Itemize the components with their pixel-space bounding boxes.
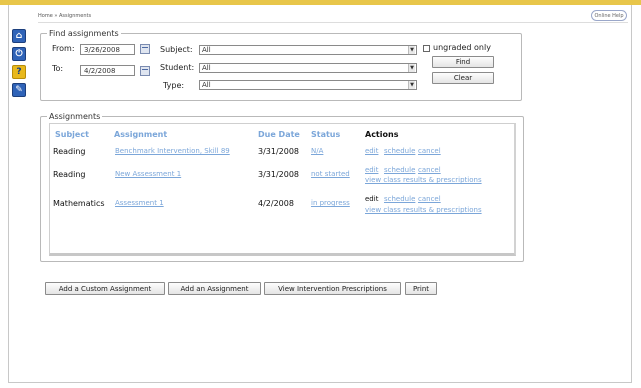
row2-due-date: 3/31/2008	[258, 170, 300, 179]
row1-schedule-link[interactable]: schedule	[384, 147, 415, 155]
subject-label: Subject:	[160, 45, 193, 54]
chevron-down-icon: ▼	[408, 64, 415, 72]
find-assignments-legend: Find assignments	[49, 29, 119, 38]
row2-schedule-link[interactable]: schedule	[384, 166, 415, 174]
row1-due-date: 3/31/2008	[258, 147, 300, 156]
row3-assignment-link[interactable]: Assessment 1	[115, 199, 164, 207]
subject-select[interactable]: All ▼	[199, 45, 417, 55]
assignments-legend: Assignments	[49, 112, 101, 121]
row2-edit-link[interactable]: edit	[365, 166, 378, 174]
header-divider	[38, 22, 628, 23]
type-label: Type:	[163, 81, 185, 90]
column-header-status[interactable]: Status	[311, 130, 340, 139]
add-custom-assignment-button[interactable]: Add a Custom Assignment	[45, 282, 165, 295]
find-button[interactable]: Find	[432, 56, 494, 68]
row1-edit-link[interactable]: edit	[365, 147, 378, 155]
student-label: Student:	[160, 63, 195, 72]
row1-cancel-link[interactable]: cancel	[418, 147, 441, 155]
row1-assignment-link[interactable]: Benchmark Intervention, Skill 89	[115, 147, 230, 155]
row3-status-link[interactable]: in progress	[311, 199, 350, 207]
column-header-assignment[interactable]: Assignment	[114, 130, 167, 139]
breadcrumb[interactable]: Home » Assignments	[38, 13, 91, 19]
row3-due-date: 4/2/2008	[258, 199, 294, 208]
side-toolbar: ⌂ ⏻ ? ✎	[12, 29, 26, 101]
print-button[interactable]: Print	[405, 282, 437, 295]
column-header-due-date[interactable]: Due Date	[258, 130, 300, 139]
power-icon[interactable]: ⏻	[12, 47, 26, 61]
to-date-input[interactable]: 4/2/2008	[80, 65, 135, 76]
row1-subject: Reading	[53, 147, 86, 156]
to-label: To:	[52, 64, 64, 73]
type-select[interactable]: All ▼	[199, 80, 417, 90]
to-calendar-icon[interactable]	[140, 66, 150, 76]
student-select[interactable]: All ▼	[199, 63, 417, 73]
online-help-button[interactable]: Online Help	[591, 10, 627, 21]
home-icon[interactable]: ⌂	[12, 29, 26, 43]
add-assignment-button[interactable]: Add an Assignment	[168, 282, 261, 295]
row2-subject: Reading	[53, 170, 86, 179]
row3-view-results-link[interactable]: view class results & prescriptions	[365, 206, 482, 214]
from-calendar-icon[interactable]	[140, 44, 150, 54]
ungraded-only-label: ungraded only	[433, 43, 491, 52]
column-header-subject[interactable]: Subject	[55, 130, 89, 139]
help-icon[interactable]: ?	[12, 65, 26, 79]
student-select-value: All	[202, 64, 211, 72]
from-date-input[interactable]: 3/26/2008	[80, 44, 135, 55]
row3-schedule-link[interactable]: schedule	[384, 195, 415, 203]
row2-assignment-link[interactable]: New Assessment 1	[115, 170, 181, 178]
subject-select-value: All	[202, 46, 211, 54]
column-header-actions: Actions	[365, 130, 399, 139]
clear-button[interactable]: Clear	[432, 72, 494, 84]
from-label: From:	[52, 44, 75, 53]
view-intervention-prescriptions-button[interactable]: View Intervention Prescriptions	[264, 282, 401, 295]
row2-cancel-link[interactable]: cancel	[418, 166, 441, 174]
wrench-icon[interactable]: ✎	[12, 83, 26, 97]
row3-cancel-link[interactable]: cancel	[418, 195, 441, 203]
assignments-table	[49, 123, 516, 256]
ungraded-only-checkbox[interactable]	[423, 45, 430, 52]
type-select-value: All	[202, 81, 211, 89]
row1-status-link[interactable]: N/A	[311, 147, 323, 155]
row2-status-link[interactable]: not started	[311, 170, 350, 178]
row3-subject: Mathematics	[53, 199, 105, 208]
row3-edit-text: edit	[365, 195, 379, 203]
row2-view-results-link[interactable]: view class results & prescriptions	[365, 176, 482, 184]
chevron-down-icon: ▼	[408, 81, 415, 89]
chevron-down-icon: ▼	[408, 46, 415, 54]
